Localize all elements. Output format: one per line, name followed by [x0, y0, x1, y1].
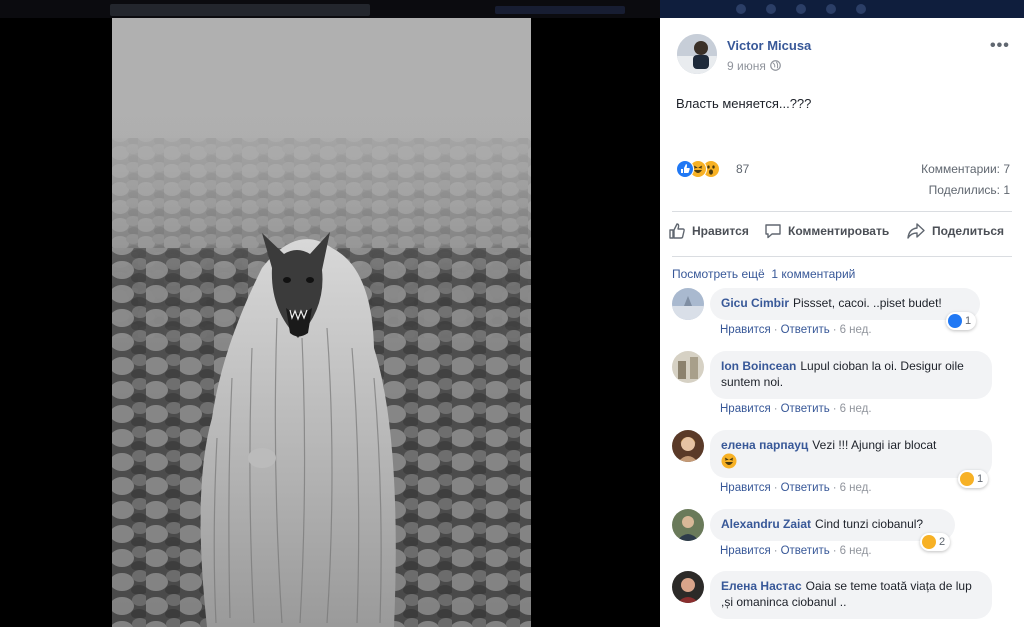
globe-icon — [769, 60, 781, 71]
like-button-label: Нравится — [692, 224, 749, 238]
comment-reaction[interactable]: 2 — [920, 533, 951, 551]
comment-text: Vezi !!! Ajungi iar blocat — [812, 438, 937, 452]
commenter-avatar[interactable] — [672, 351, 704, 383]
comment-reaction-count: 1 — [965, 315, 972, 327]
comment-button[interactable]: Комментировать — [764, 222, 889, 240]
separator: · — [773, 403, 778, 415]
commenter-name[interactable]: Ion Boincean — [721, 359, 796, 373]
top-navbar — [660, 0, 1024, 18]
comment-time[interactable]: 6 нед. — [840, 324, 872, 336]
wolf-costume-among-sheep-image — [112, 18, 531, 627]
comment-time[interactable]: 6 нед. — [840, 403, 872, 415]
post-panel: Victor Micusa 9 июня ••• Власть меняется… — [660, 18, 1024, 627]
post-meta: 9 июня — [727, 59, 781, 73]
separator: · — [832, 545, 837, 557]
separator: · — [832, 403, 837, 415]
comment-bubble: Ion Boincean Lupul cioban la oi. Desigur … — [710, 351, 992, 399]
laughing-emoji-icon — [721, 453, 737, 469]
comment-icon — [765, 224, 781, 239]
commenter-name[interactable]: Елена Настас — [721, 579, 802, 593]
post-actions: Нравится Комментировать Поделиться — [668, 222, 1018, 244]
separator: · — [773, 482, 778, 494]
thumbs-up-icon — [669, 223, 685, 239]
comment-reaction[interactable]: 1 — [946, 312, 977, 330]
comment-like-link[interactable]: Нравится — [720, 482, 771, 494]
divider — [672, 211, 1012, 212]
comment-text: Pissset, cacoi. ..piset budet! — [793, 296, 942, 310]
comment-reaction-count: 1 — [977, 473, 984, 485]
commenter-avatar[interactable] — [672, 571, 704, 603]
comment-bubble: елена парпауц Vezi !!! Ajungi iar blocat — [710, 430, 992, 478]
notifications-icon[interactable] — [796, 4, 806, 14]
comment-reply-link[interactable]: Ответить — [781, 545, 830, 557]
post-date[interactable]: 9 июня — [727, 59, 766, 73]
comment-like-link[interactable]: Нравится — [720, 545, 771, 557]
more-options-icon[interactable]: ••• — [990, 37, 1010, 55]
help-icon[interactable] — [826, 4, 836, 14]
post-text: Власть меняется...??? — [676, 96, 812, 111]
comment-time[interactable]: 6 нед. — [840, 482, 872, 494]
separator: · — [773, 324, 778, 336]
comment-actions: Нравится · Ответить · 6 нед. — [720, 403, 872, 415]
commenter-name[interactable]: Gicu Cimbir — [721, 296, 789, 310]
comment-reaction-count: 2 — [939, 536, 946, 548]
commenter-avatar[interactable] — [672, 430, 704, 462]
comment-reaction[interactable]: 1 — [958, 470, 989, 488]
separator: · — [773, 545, 778, 557]
share-button-label: Поделиться — [932, 224, 1005, 238]
menu-icon[interactable] — [856, 4, 866, 14]
top-header-blurred — [0, 0, 660, 18]
comment-like-link[interactable]: Нравится — [720, 403, 771, 415]
comment-actions: Нравится · Ответить · 6 нед. — [720, 545, 872, 557]
haha-icon — [922, 535, 936, 549]
wow-icon — [960, 472, 974, 486]
share-button[interactable]: Поделиться — [906, 222, 1004, 240]
comments-count[interactable]: Комментарии: 7 — [921, 162, 1010, 176]
share-icon — [907, 223, 925, 239]
commenter-name[interactable]: Alexandru Zaiat — [721, 517, 811, 531]
comment-like-link[interactable]: Нравится — [720, 324, 771, 336]
shares-count[interactable]: Поделились: 1 — [929, 183, 1010, 197]
comment-bubble: Alexandru Zaiat Cind tunzi ciobanul? — [710, 509, 955, 541]
comment-reply-link[interactable]: Ответить — [781, 403, 830, 415]
author-avatar[interactable] — [677, 34, 717, 74]
comment-bubble: Gicu Cimbir Pissset, cacoi. ..piset budet… — [710, 288, 980, 320]
comment-reply-link[interactable]: Ответить — [781, 482, 830, 494]
comment-actions: Нравится · Ответить · 6 нед. — [720, 482, 872, 494]
like-button[interactable]: Нравится — [668, 222, 749, 240]
nav-links-blurred — [495, 6, 625, 14]
commenter-avatar[interactable] — [672, 509, 704, 541]
comment-reply-link[interactable]: Ответить — [781, 324, 830, 336]
commenter-avatar[interactable] — [672, 288, 704, 320]
search-bar-blurred — [110, 4, 370, 16]
messages-icon[interactable] — [766, 4, 776, 14]
separator: · — [832, 324, 837, 336]
friends-icon[interactable] — [736, 4, 746, 14]
like-icon — [948, 314, 962, 328]
comment-actions: Нравится · Ответить · 6 нед. — [720, 324, 872, 336]
divider — [672, 256, 1012, 257]
author-avatar-image — [677, 34, 717, 74]
view-more-comments-link[interactable]: Посмотреть ещё 1 комментарий — [672, 267, 855, 281]
reaction-count[interactable]: 87 — [736, 162, 749, 176]
like-icon — [676, 160, 694, 178]
comment-bubble: Елена Настас Oaia se teme toată viața de … — [710, 571, 992, 619]
comment-text: Cind tunzi ciobanul? — [815, 517, 924, 531]
post-photo[interactable] — [112, 18, 531, 627]
commenter-name[interactable]: елена парпауц — [721, 438, 808, 452]
comment-time[interactable]: 6 нед. — [840, 545, 872, 557]
author-name[interactable]: Victor Micusa — [727, 38, 811, 53]
comment-button-label: Комментировать — [788, 224, 890, 238]
separator: · — [832, 482, 837, 494]
